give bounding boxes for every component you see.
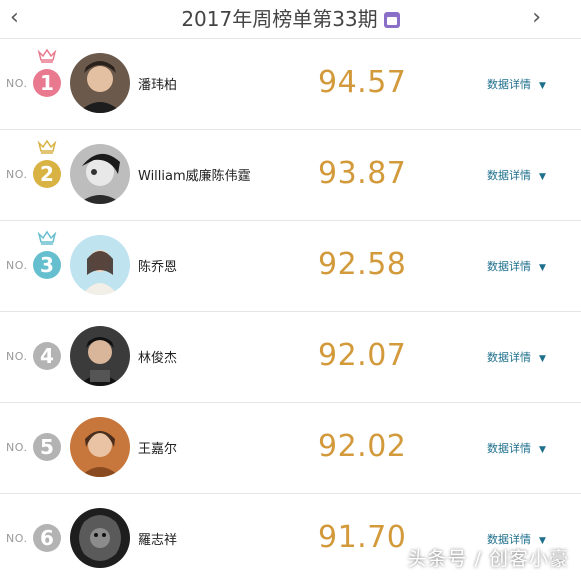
crown-icon: [37, 48, 57, 63]
artist-name[interactable]: 林俊杰: [138, 347, 177, 366]
artist-name[interactable]: William威廉陈伟霆: [138, 165, 251, 184]
data-detail-label: 数据详情: [487, 169, 531, 182]
rank-prefix: NO.: [6, 77, 28, 90]
rank-badge: 2: [33, 160, 61, 188]
rank-prefix: NO.: [6, 259, 28, 272]
score-value: 94.57: [318, 65, 407, 100]
rank-badge: 3: [33, 251, 61, 279]
rank-prefix: NO.: [6, 350, 28, 363]
artist-name[interactable]: 王嘉尔: [138, 438, 177, 457]
ranking-row: NO. 1 潘玮柏 94.57 数据详情 ▼: [0, 39, 581, 130]
data-detail-label: 数据详情: [487, 351, 531, 364]
ranking-list: NO. 1 潘玮柏 94.57 数据详情 ▼ NO. 2 William威廉陈伟霆…: [0, 39, 581, 584]
avatar[interactable]: [70, 235, 130, 295]
score-value: 91.70: [318, 520, 407, 555]
caret-down-icon: ▼: [539, 263, 546, 273]
ranking-row: NO. 4 林俊杰 92.07 数据详情 ▼: [0, 312, 581, 403]
avatar[interactable]: [70, 508, 130, 568]
rank-badge: 6: [33, 524, 61, 552]
calendar-icon[interactable]: [383, 12, 400, 28]
data-detail-link[interactable]: 数据详情 ▼: [487, 349, 546, 365]
data-detail-link[interactable]: 数据详情 ▼: [487, 440, 546, 456]
data-detail-label: 数据详情: [487, 442, 531, 455]
caret-down-icon: ▼: [539, 172, 546, 182]
rank-prefix: NO.: [6, 168, 28, 181]
rank-badge: 1: [33, 69, 61, 97]
artist-name[interactable]: 陈乔恩: [138, 256, 177, 275]
avatar[interactable]: [70, 417, 130, 477]
caret-down-icon: ▼: [539, 445, 546, 455]
score-value: 92.07: [318, 338, 407, 373]
watermark-text: 头条号 / 创客小豪: [407, 548, 569, 570]
header-bar: ‹ 2017年周榜单第33期 ›: [0, 0, 581, 39]
ranking-row: NO. 5 王嘉尔 92.02 数据详情 ▼: [0, 403, 581, 494]
data-detail-label: 数据详情: [487, 78, 531, 91]
avatar[interactable]: [70, 326, 130, 386]
artist-name[interactable]: 潘玮柏: [138, 74, 177, 93]
crown-icon: [37, 230, 57, 245]
score-value: 93.87: [318, 156, 407, 191]
rank-prefix: NO.: [6, 441, 28, 454]
artist-name[interactable]: 羅志祥: [138, 529, 177, 548]
chevron-right-icon[interactable]: ›: [532, 4, 541, 32]
title-container: 2017年周榜单第33期: [0, 6, 581, 32]
rank-badge: 5: [33, 433, 61, 461]
avatar[interactable]: [70, 144, 130, 204]
rank-prefix: NO.: [6, 532, 28, 545]
data-detail-link[interactable]: 数据详情 ▼: [487, 167, 546, 183]
caret-down-icon: ▼: [539, 81, 546, 91]
data-detail-label: 数据详情: [487, 260, 531, 273]
page-title: 2017年周榜单第33期: [181, 7, 378, 31]
caret-down-icon: ▼: [539, 354, 546, 364]
crown-icon: [37, 139, 57, 154]
score-value: 92.58: [318, 247, 407, 282]
data-detail-link[interactable]: 数据详情 ▼: [487, 258, 546, 274]
data-detail-link[interactable]: 数据详情 ▼: [487, 76, 546, 92]
score-value: 92.02: [318, 429, 407, 464]
avatar[interactable]: [70, 53, 130, 113]
ranking-row: NO. 3 陈乔恩 92.58 数据详情 ▼: [0, 221, 581, 312]
ranking-row: NO. 2 William威廉陈伟霆 93.87 数据详情 ▼: [0, 130, 581, 221]
rank-badge: 4: [33, 342, 61, 370]
